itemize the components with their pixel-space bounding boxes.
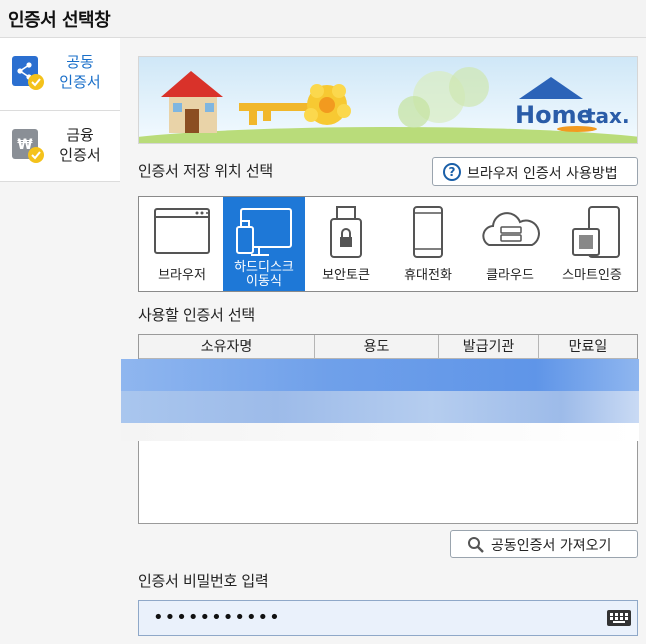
help-button-label: 브라우저 인증서 사용방법 [467, 166, 618, 182]
cloud-icon [482, 212, 540, 246]
storage-location-selector: 브라우저 하드디스크 이동식 보안토큰 휴대전화 클라우드 스마트인증 [138, 196, 638, 292]
smart-auth-icon [572, 206, 620, 258]
main-content: Home tax. 인증서 저장 위치 선택 ? 브라우저 인증서 사용방법 브… [120, 38, 646, 644]
table-row[interactable] [121, 359, 639, 391]
password-input[interactable]: ••••••••••• [138, 600, 638, 636]
storage-smart-auth[interactable]: 스마트인증 [551, 197, 633, 291]
sidebar-tab-label-line1: 공동 [66, 53, 94, 71]
browser-cert-help-button[interactable]: ? 브라우저 인증서 사용방법 [432, 157, 638, 186]
storage-label: 클라우드 [486, 268, 534, 283]
storage-security-token[interactable]: 보안토큰 [305, 197, 387, 291]
keyboard-icon[interactable] [607, 610, 631, 626]
banner-illustration: Home tax. [139, 57, 637, 143]
title-bar: 인증서 선택창 [0, 0, 646, 38]
column-header-expiry[interactable]: 만료일 [539, 335, 637, 359]
column-header-issuer[interactable]: 발급기관 [439, 335, 539, 359]
mobile-phone-icon [413, 206, 443, 258]
storage-label-line1: 하드디스크 [234, 260, 294, 275]
sidebar-tab-label-line2: 인증서 [59, 73, 101, 91]
column-header-usage[interactable]: 용도 [315, 335, 439, 359]
certificate-table: 소유자명 용도 발급기관 만료일 [121, 334, 639, 524]
hometax-banner: Home tax. [138, 56, 638, 144]
storage-section-title: 인증서 저장 위치 선택 [138, 162, 273, 180]
usb-drive-icon [236, 208, 292, 256]
import-certificate-button[interactable]: 공동인증서 가져오기 [450, 530, 638, 558]
hometax-logo: Home [515, 101, 593, 129]
storage-label-line2: 이동식 [246, 274, 282, 289]
table-header: 소유자명 용도 발급기관 만료일 [139, 335, 637, 359]
key-icon [239, 103, 309, 111]
sidebar-tab-financial-certificate[interactable]: ₩ 금융 인증서 [0, 110, 120, 182]
won-certificate-icon: ₩ [12, 129, 44, 163]
svg-text:tax.: tax. [586, 104, 630, 128]
sidebar-tab-joint-certificate[interactable]: 공동 인증서 [0, 38, 120, 110]
storage-cloud[interactable]: 클라우드 [469, 197, 551, 291]
question-icon: ? [443, 163, 461, 181]
table-row[interactable] [121, 391, 639, 423]
share-certificate-icon [12, 56, 44, 90]
security-token-icon [330, 206, 362, 258]
column-header-owner[interactable]: 소유자명 [139, 335, 315, 359]
storage-label: 브라우저 [158, 268, 206, 283]
search-icon [468, 537, 484, 553]
storage-mobile-phone[interactable]: 휴대전화 [387, 197, 469, 291]
storage-label: 스마트인증 [562, 268, 622, 283]
certificates-section-title: 사용할 인증서 선택 [138, 306, 255, 324]
password-section-title: 인증서 비밀번호 입력 [138, 572, 269, 590]
sidebar: 공동 인증서 ₩ 금융 인증서 [0, 38, 120, 644]
sidebar-empty-area [0, 182, 120, 644]
storage-label: 휴대전화 [404, 268, 452, 283]
window-title: 인증서 선택창 [8, 10, 111, 31]
sidebar-tab-label-line2: 인증서 [59, 146, 101, 164]
table-row[interactable] [121, 423, 639, 441]
import-button-label: 공동인증서 가져오기 [491, 538, 612, 554]
password-value: ••••••••••• [153, 607, 281, 628]
sidebar-tab-label-line1: 금융 [66, 126, 94, 144]
storage-browser[interactable]: 브라우저 [141, 197, 223, 291]
storage-removable-disk[interactable]: 하드디스크 이동식 [223, 197, 305, 291]
browser-icon [154, 208, 210, 254]
storage-label: 보안토큰 [322, 268, 370, 283]
